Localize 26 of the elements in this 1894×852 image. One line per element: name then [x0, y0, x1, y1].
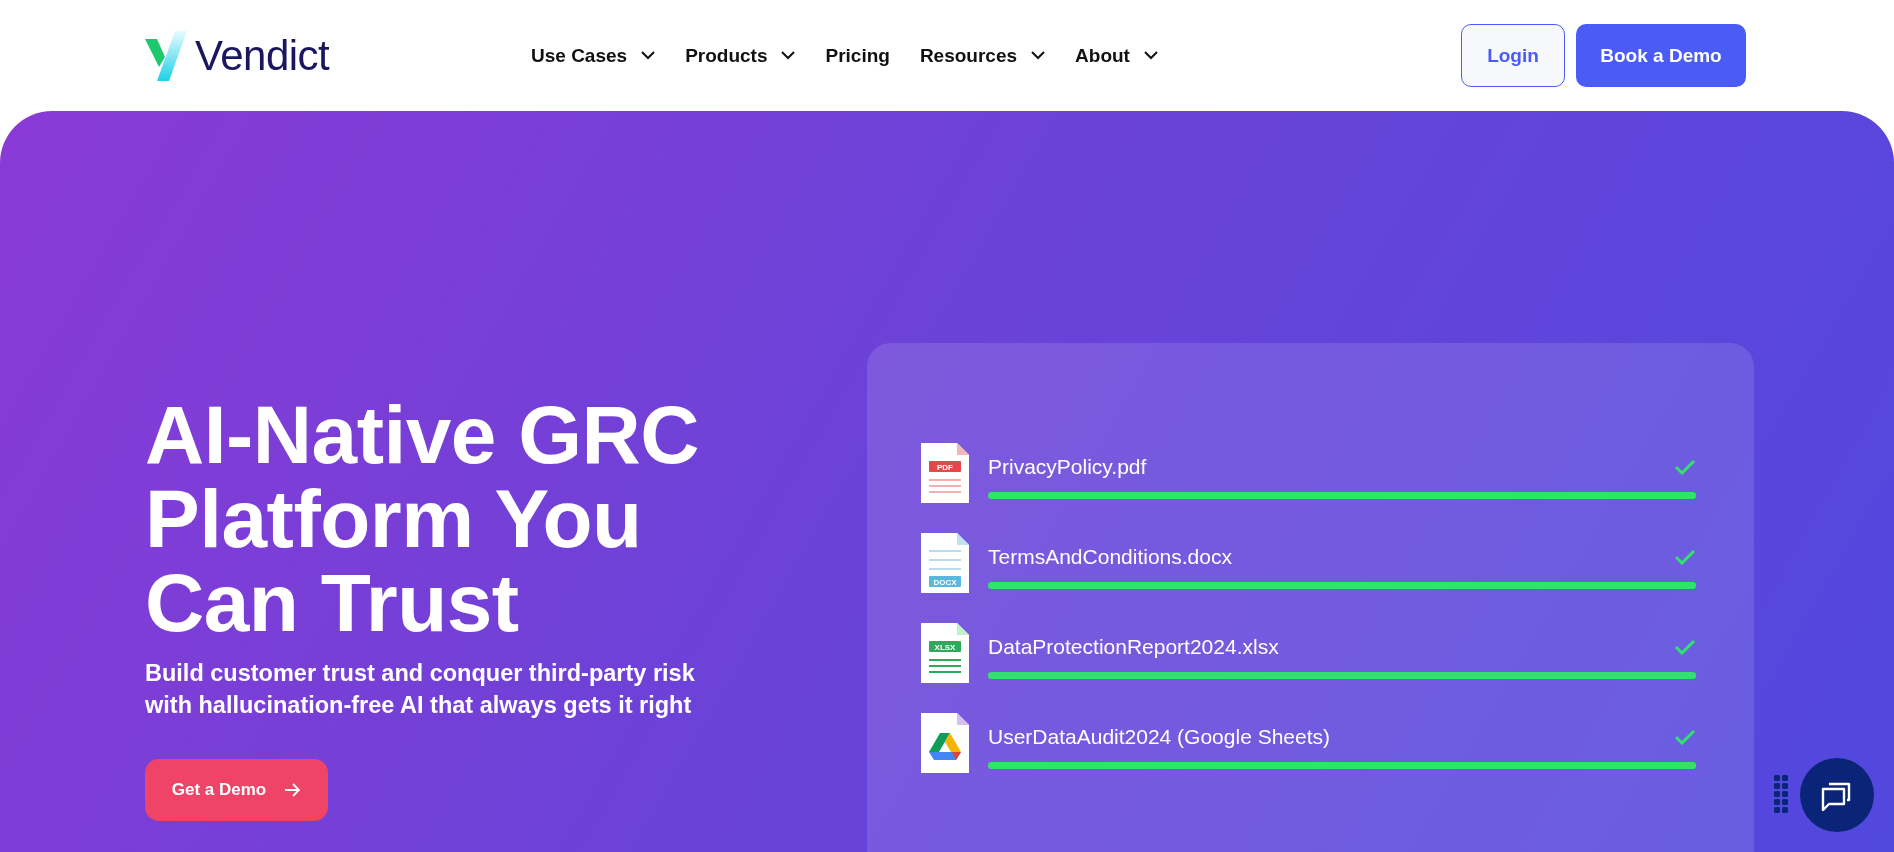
login-button[interactable]: Login	[1461, 24, 1565, 87]
nav-label: Products	[685, 44, 768, 67]
nav-link[interactable]: Products	[685, 44, 796, 67]
arrow-right-icon	[284, 783, 302, 797]
file-name: PrivacyPolicy.pdf	[988, 455, 1147, 479]
hero-title: AI-Native GRC Platform You Can Trust	[145, 393, 700, 645]
logo-icon	[145, 30, 189, 81]
nav-link[interactable]: Pricing	[825, 44, 890, 67]
nav-label: Resources	[919, 44, 1018, 67]
logo-text[interactable]: Vendict	[195, 31, 330, 80]
file-name: UserDataAudit2024 (Google Sheets)	[988, 725, 1331, 749]
file-name: TermsAndConditions.docx	[988, 545, 1232, 569]
hero-subtitle: Build customer trust and conquer third-party risk with hallucination-free AI that always gets it right	[145, 659, 696, 720]
document-icon	[920, 712, 970, 774]
drag-handle-icon[interactable]	[1774, 775, 1788, 813]
document-icon: PDF	[920, 442, 970, 504]
book-demo-button[interactable]: Book a Demo	[1576, 24, 1746, 87]
nav-label: About	[1075, 44, 1130, 67]
nav-link[interactable]: Use Cases	[531, 44, 656, 67]
nav-label: Use Cases	[531, 44, 628, 67]
nav-link[interactable]: About	[1075, 44, 1158, 67]
get-demo-button[interactable]: Get a Demo	[145, 759, 328, 821]
document-icon: DOCX	[920, 532, 970, 594]
file-name: DataProtectionReport2024.xlsx	[988, 635, 1279, 659]
nav-link[interactable]: Resources	[919, 44, 1046, 67]
document-icon: XLSX	[920, 622, 970, 684]
